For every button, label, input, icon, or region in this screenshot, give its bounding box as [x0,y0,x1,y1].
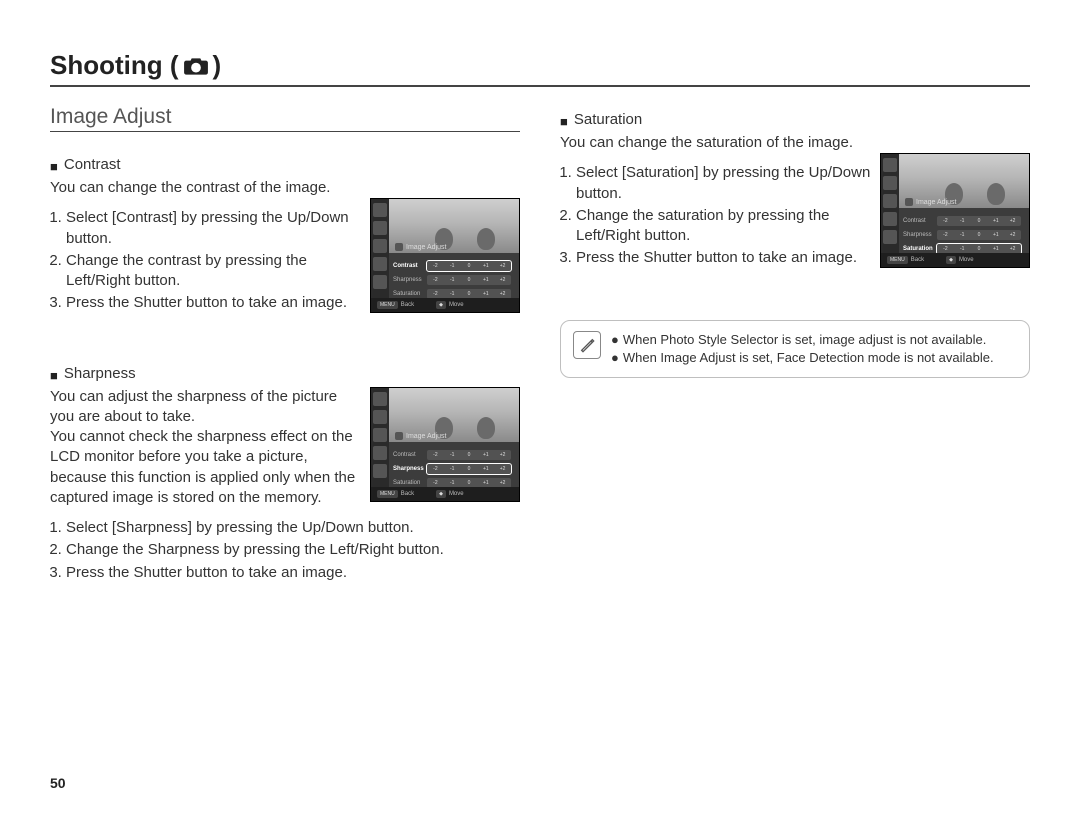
right-column: ■ Saturation You can change the saturati… [560,105,1030,619]
lcd-sharpness-slider: -2-10+1+2 [427,275,511,285]
lcd-move-label: Move [449,302,464,308]
saturation-step-1: Select [Saturation] by pressing the Up/D… [576,163,872,204]
note-2: When Image Adjust is set, Face Detection… [623,350,994,365]
lcd-saturation-label: Saturation [393,480,425,486]
contrast-intro: You can change the contrast of the image… [50,178,520,198]
sharpness-steps: Select [Sharpness] by pressing the Up/Do… [50,518,520,583]
saturation-step-2: Change the saturation by pressing the Le… [576,206,872,247]
contrast-section: ■ Contrast You can change the contrast o… [50,156,520,329]
lcd-sharpness-slider: -2-10+1+2 [937,230,1021,240]
lcd-image-adjust-label: Image Adjust [406,244,446,251]
note-lines: ● When Photo Style Selector is set, image… [611,331,994,367]
lcd-contrast-label: Contrast [393,263,425,269]
camera-icon [183,56,209,76]
sharpness-intro: You can adjust the sharpness of the pict… [50,387,362,509]
note-1: When Photo Style Selector is set, image … [623,332,986,347]
square-bullet-icon: ■ [560,114,568,129]
lcd-contrast-slider: -2-10+1+2 [937,216,1021,226]
lcd-sharpness-label: Sharpness [903,232,935,238]
lcd-contrast-label: Contrast [903,218,935,224]
contrast-step-1: Select [Contrast] by pressing the Up/Dow… [66,208,362,249]
contrast-step-3: Press the Shutter button to take an imag… [66,293,362,313]
sharpness-section: ■ Sharpness You can adjust the sharpness… [50,365,520,583]
saturation-step-3: Press the Shutter button to take an imag… [576,248,872,268]
lcd-saturation-label: Saturation [393,291,425,297]
lcd-preview-sharpness: Image Adjust Contrast-2-10+1+2Sharpness-… [370,387,520,502]
sharpness-step-1: Select [Sharpness] by pressing the Up/Do… [66,518,520,538]
lcd-back-label: Back [401,302,414,308]
lcd-sharpness-label: Sharpness [393,277,425,283]
page-number: 50 [50,775,66,791]
note-icon [573,331,601,359]
slider-area: Contrast-2-10+1+2Sharpness-2-10+1+2Satur… [899,212,1025,253]
bullet-icon: ● [611,350,619,365]
sharpness-step-3: Press the Shutter button to take an imag… [66,563,520,583]
bullet-icon: ● [611,332,619,347]
contrast-steps: Select [Contrast] by pressing the Up/Dow… [50,208,362,313]
square-bullet-icon: ■ [50,159,58,174]
lcd-sharpness-label: Sharpness [393,466,425,472]
sharpness-heading: Sharpness [64,365,136,382]
lcd-preview-saturation: Image Adjust Contrast-2-10+1+2Sharpness-… [880,153,1030,268]
page-title-row: Shooting ( ) [50,50,1030,87]
lcd-sharpness-slider: -2-10+1+2 [427,464,511,474]
manual-page: Shooting ( ) Image Adjust ■ Contrast You… [0,0,1080,815]
lcd-contrast-slider: -2-10+1+2 [427,261,511,271]
lcd-preview-contrast: Image Adjust Contrast-2-10+1+2Sharpness-… [370,198,520,313]
contrast-step-2: Change the contrast by pressing the Left… [66,251,362,292]
slider-area: Contrast-2-10+1+2Sharpness-2-10+1+2Satur… [389,257,515,298]
section-heading: Image Adjust [50,105,520,132]
left-column: Image Adjust ■ Contrast You can change t… [50,105,520,619]
move-button-icon: ◆ [436,301,446,309]
lcd-saturation-label: Saturation [903,246,935,252]
slider-area: Contrast-2-10+1+2Sharpness-2-10+1+2Satur… [389,446,515,487]
menu-button-icon: MENU [377,301,398,309]
lcd-contrast-label: Contrast [393,452,425,458]
sharpness-step-2: Change the Sharpness by pressing the Lef… [66,540,520,560]
saturation-heading: Saturation [574,111,642,128]
saturation-intro: You can change the saturation of the ima… [560,133,1030,153]
page-title-suffix: ) [213,50,222,81]
content-columns: Image Adjust ■ Contrast You can change t… [50,105,1030,619]
lcd-contrast-slider: -2-10+1+2 [427,450,511,460]
saturation-steps: Select [Saturation] by pressing the Up/D… [560,163,872,268]
page-title-prefix: Shooting ( [50,50,179,81]
saturation-section: ■ Saturation You can change the saturati… [560,111,1030,284]
note-box: ● When Photo Style Selector is set, image… [560,320,1030,378]
contrast-heading: Contrast [64,156,121,173]
square-bullet-icon: ■ [50,368,58,383]
